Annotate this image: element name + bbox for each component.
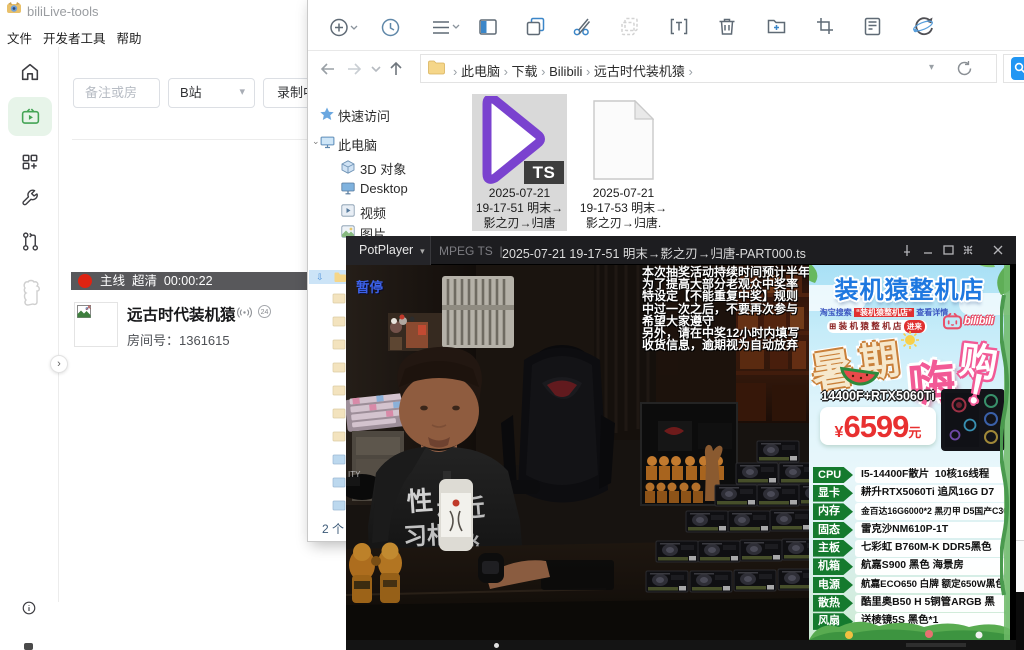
- svg-text:性: 性: [406, 485, 434, 517]
- svg-text:ITY: ITY: [348, 470, 361, 479]
